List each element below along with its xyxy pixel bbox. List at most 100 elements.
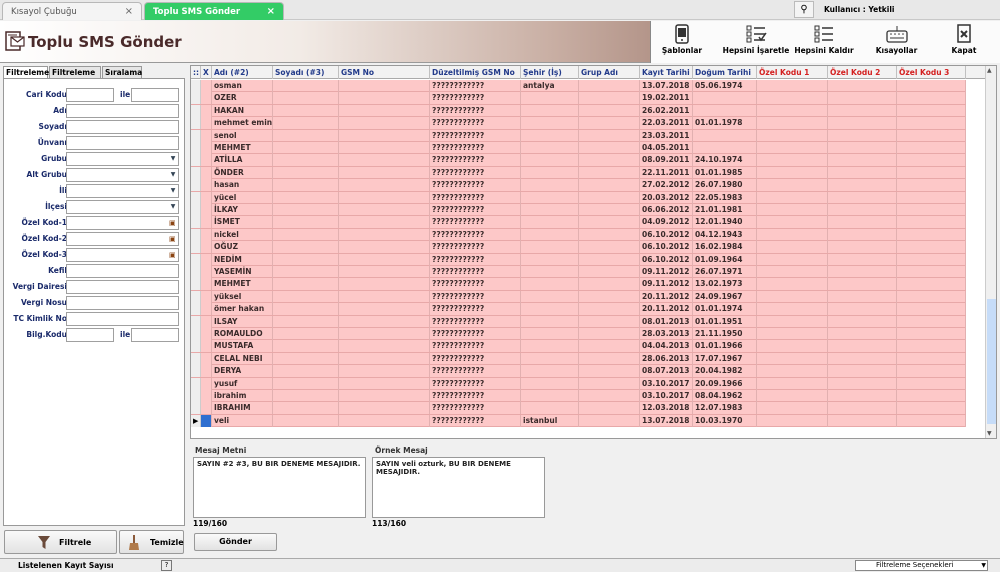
table-row[interactable]: OZER???????????? 19.02.2011 [191, 92, 966, 105]
row-indicator[interactable] [191, 402, 201, 415]
row-indicator[interactable] [191, 191, 201, 204]
clear-button[interactable]: Temizle [119, 530, 184, 554]
row-checkbox[interactable] [201, 241, 212, 254]
book-icon[interactable]: ▣ [169, 234, 177, 244]
table-row[interactable]: osman???????????? antalya 13.07.2018 05.06.… [191, 80, 966, 93]
row-indicator[interactable] [191, 104, 201, 117]
scroll-down-icon[interactable]: ▼ [987, 430, 992, 437]
alt-grubu-select[interactable]: ▼ [66, 168, 179, 182]
table-row[interactable]: ibrahim???????????? 03.10.2017 08.04.1962 [191, 390, 966, 403]
grid-col-fixed-gsm[interactable]: Düzeltilmiş GSM No [430, 66, 521, 79]
table-row[interactable]: yüksel???????????? 20.11.2012 24.09.1967 [191, 290, 966, 304]
row-indicator[interactable] [191, 179, 201, 192]
row-indicator[interactable] [191, 352, 201, 365]
message-textarea[interactable]: SAYIN #2 #3, BU BIR DENEME MESAJIDIR. [193, 457, 366, 518]
row-checkbox[interactable] [201, 253, 212, 266]
scroll-up-icon[interactable]: ▲ [987, 67, 992, 74]
templates-button[interactable]: Şablonlar [659, 21, 705, 63]
help-button[interactable]: ? [161, 560, 172, 571]
table-row[interactable]: ▶ veli???????????? istanbul 13.07.2018 10.03… [191, 414, 966, 428]
row-checkbox[interactable] [201, 204, 212, 216]
row-checkbox[interactable] [201, 340, 212, 353]
row-checkbox[interactable] [201, 377, 212, 390]
table-row[interactable]: NEDİM???????????? 06.10.2012 01.09.1964 [191, 253, 966, 266]
grid-col-birth-date[interactable]: Doğum Tarihi [693, 66, 757, 79]
grid-col-name[interactable]: Adı (#2) [212, 66, 273, 79]
cari-kodu-start-input[interactable] [66, 88, 114, 102]
filter-options-select[interactable]: Filtreleme Seçenekleri ▼ [855, 560, 988, 571]
row-indicator[interactable] [191, 241, 201, 254]
soyadi-input[interactable] [66, 120, 179, 134]
table-row[interactable]: yücel???????????? 20.03.2012 22.05.1983 [191, 191, 966, 204]
row-indicator[interactable] [191, 315, 201, 328]
grid-col-special-2[interactable]: Özel Kodu 2 [828, 66, 897, 79]
tab-shortcut-bar[interactable]: Kısayol Çubuğu × [2, 2, 142, 20]
table-row[interactable]: senol???????????? 23.03.2011 [191, 129, 966, 142]
vergi-nosu-input[interactable] [66, 296, 179, 310]
row-checkbox[interactable] [201, 104, 212, 117]
row-indicator[interactable] [191, 204, 201, 216]
table-row[interactable]: MEHMET???????????? 04.05.2011 [191, 142, 966, 155]
table-row[interactable]: OĞUZ???????????? 06.10.2012 16.02.1984 [191, 241, 966, 254]
table-row[interactable]: YASEMİN???????????? 09.11.2012 26.07.1971 [191, 266, 966, 279]
close-button[interactable]: Kapat [941, 21, 987, 63]
row-indicator[interactable] [191, 377, 201, 390]
table-row[interactable]: ATİLLA???????????? 08.09.2011 24.10.1974 [191, 154, 966, 167]
close-icon[interactable]: × [267, 6, 275, 17]
table-row[interactable]: IBRAHIM???????????? 12.03.2018 12.07.1983 [191, 402, 966, 415]
row-checkbox[interactable] [201, 191, 212, 204]
send-button[interactable]: Gönder [194, 533, 277, 551]
table-row[interactable]: İSMET???????????? 04.09.2012 12.01.1940 [191, 216, 966, 229]
grid-col-check[interactable]: X [201, 66, 212, 79]
chevron-down-icon[interactable]: ▼ [981, 561, 986, 570]
grid-col-group[interactable]: Grup Adı [579, 66, 640, 79]
chevron-down-icon[interactable]: ▼ [168, 169, 178, 181]
table-row[interactable]: nickel???????????? 06.10.2012 04.12.1943 [191, 228, 966, 242]
grid-col-indicator[interactable]: :: [191, 66, 201, 79]
unselect-all-button[interactable]: Hepsini Kaldır [793, 21, 855, 63]
grid-col-city[interactable]: Şehir (İş) [521, 66, 579, 79]
row-indicator[interactable] [191, 129, 201, 142]
row-indicator[interactable] [191, 290, 201, 303]
row-checkbox[interactable] [201, 266, 212, 278]
scroll-thumb[interactable] [987, 299, 996, 424]
ozel-kod-1-input[interactable]: ▣ [66, 216, 179, 230]
grid-scrollbar[interactable]: ▲ ▼ [985, 66, 996, 438]
row-checkbox[interactable] [201, 290, 212, 303]
select-all-button[interactable]: Hepsini İşaretle [721, 21, 791, 63]
grid-col-reg-date[interactable]: Kayıt Tarihi [640, 66, 693, 79]
tab-bulk-sms[interactable]: Toplu SMS Gönder × [144, 2, 284, 20]
row-indicator[interactable] [191, 390, 201, 402]
grid-col-surname[interactable]: Soyadı (#3) [273, 66, 339, 79]
row-checkbox[interactable] [201, 92, 212, 105]
row-checkbox[interactable] [201, 142, 212, 154]
shortcuts-button[interactable]: Kısayollar [869, 21, 924, 63]
table-row[interactable]: MEHMET???????????? 09.11.2012 13.02.1973 [191, 278, 966, 291]
tc-kimlik-input[interactable] [66, 312, 179, 326]
row-indicator[interactable] [191, 166, 201, 179]
grid-col-gsm[interactable]: GSM No [339, 66, 430, 79]
table-row[interactable]: DERYA???????????? 08.07.2013 20.04.1982 [191, 365, 966, 378]
row-indicator[interactable] [191, 154, 201, 167]
ozel-kod-3-input[interactable]: ▣ [66, 248, 179, 262]
row-indicator[interactable] [191, 365, 201, 378]
row-indicator[interactable] [191, 303, 201, 316]
table-row[interactable]: ILSAY???????????? 08.01.2013 01.01.1951 [191, 315, 966, 328]
filter-button[interactable]: Filtrele [4, 530, 117, 554]
chevron-down-icon[interactable]: ▼ [168, 185, 178, 197]
row-checkbox[interactable] [201, 352, 212, 365]
row-indicator[interactable] [191, 340, 201, 353]
book-icon[interactable]: ▣ [169, 250, 177, 260]
chevron-down-icon[interactable]: ▼ [168, 153, 178, 165]
ili-select[interactable]: ▼ [66, 184, 179, 198]
row-checkbox[interactable] [201, 390, 212, 402]
table-row[interactable]: HAKAN???????????? 26.02.2011 [191, 104, 966, 118]
row-indicator[interactable] [191, 216, 201, 229]
table-row[interactable]: yusuf???????????? 03.10.2017 20.09.1966 [191, 377, 966, 390]
row-checkbox[interactable] [201, 129, 212, 142]
row-checkbox[interactable] [201, 328, 212, 340]
table-row[interactable]: ROMAULDO???????????? 28.03.2013 21.11.1950 [191, 328, 966, 341]
table-row[interactable]: mehmet emin???????????? 22.03.2011 01.01.1… [191, 117, 966, 130]
grubu-select[interactable]: ▼ [66, 152, 179, 166]
row-checkbox[interactable] [201, 402, 212, 415]
